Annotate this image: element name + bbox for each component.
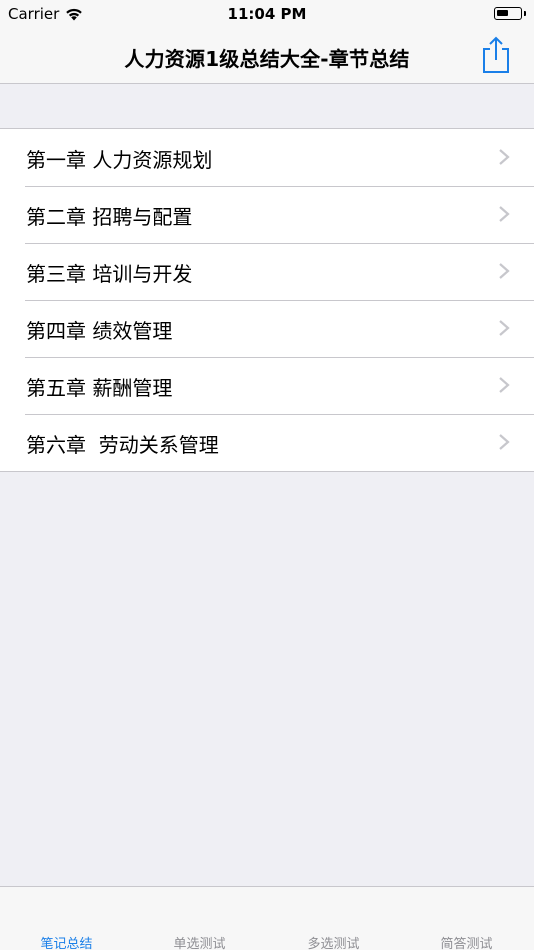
chevron-right-icon bbox=[499, 263, 510, 279]
chapter-label: 第一章 人力资源规划 bbox=[26, 148, 213, 172]
chapter-label: 第三章 培训与开发 bbox=[26, 262, 193, 286]
status-time: 11:04 PM bbox=[227, 5, 307, 23]
tab-short-answer-test[interactable]: 简答测试 bbox=[400, 933, 533, 950]
status-bar: Carrier 11:04 PM bbox=[0, 0, 534, 28]
tab-bar: 笔记总结 单选测试 多选测试 简答测试 bbox=[0, 886, 534, 950]
chevron-right-icon bbox=[499, 434, 510, 450]
chevron-right-icon bbox=[499, 149, 510, 165]
page-title: 人力资源1级总结大全-章节总结 bbox=[124, 47, 410, 71]
chapter-label: 第六章 劳动关系管理 bbox=[26, 433, 219, 457]
tab-multiple-choice-test[interactable]: 多选测试 bbox=[267, 933, 400, 950]
battery-tip bbox=[524, 11, 526, 16]
chapter-label: 第二章 招聘与配置 bbox=[26, 205, 193, 229]
share-icon bbox=[483, 36, 509, 73]
chapter-row-3[interactable]: 第三章 培训与开发 bbox=[0, 243, 534, 300]
chapter-row-1[interactable]: 第一章 人力资源规划 bbox=[0, 129, 534, 186]
share-button[interactable] bbox=[480, 36, 512, 74]
header: Carrier 11:04 PM 人力资源1级总结大全-章节总结 bbox=[0, 0, 534, 84]
chevron-right-icon bbox=[499, 320, 510, 336]
battery-icon bbox=[494, 7, 522, 20]
chapter-label: 第四章 绩效管理 bbox=[26, 319, 173, 343]
chevron-right-icon bbox=[499, 377, 510, 393]
tab-notes-summary[interactable]: 笔记总结 bbox=[0, 933, 133, 950]
chapter-row-2[interactable]: 第二章 招聘与配置 bbox=[0, 186, 534, 243]
chapter-label: 第五章 薪酬管理 bbox=[26, 376, 173, 400]
chapter-list: 第一章 人力资源规划 第二章 招聘与配置 第三章 培训与开发 第四章 绩效管理 … bbox=[0, 128, 534, 472]
chapter-row-6[interactable]: 第六章 劳动关系管理 bbox=[0, 414, 534, 471]
app-screen: Carrier 11:04 PM 人力资源1级总结大全-章节总结 第一章 人力资… bbox=[0, 0, 534, 950]
chapter-row-4[interactable]: 第四章 绩效管理 bbox=[0, 300, 534, 357]
navigation-bar: 人力资源1级总结大全-章节总结 bbox=[0, 28, 534, 84]
battery-level bbox=[497, 10, 508, 16]
chevron-right-icon bbox=[499, 206, 510, 222]
tab-single-choice-test[interactable]: 单选测试 bbox=[133, 933, 266, 950]
chapter-row-5[interactable]: 第五章 薪酬管理 bbox=[0, 357, 534, 414]
